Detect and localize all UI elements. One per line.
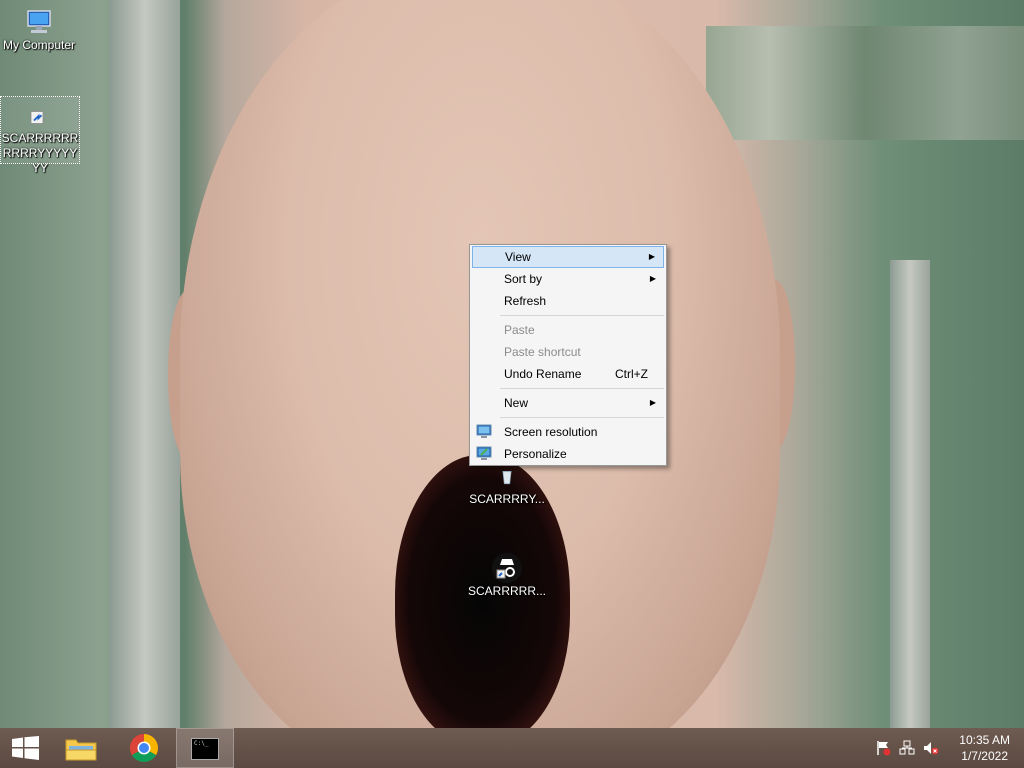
menu-item-undo-rename[interactable]: Undo Rename Ctrl+Z [472,363,664,385]
menu-item-label: Personalize [504,447,567,461]
desktop-icon-label: SCARRRRRRRRRRYYYYYYY [1,131,79,175]
menu-separator [500,315,664,316]
menu-separator [500,388,664,389]
menu-separator [500,417,664,418]
menu-item-label: View [505,250,531,264]
menu-item-refresh[interactable]: Refresh [472,290,664,312]
wallpaper-glitch [706,26,1024,140]
menu-item-view[interactable]: View ▶ [472,246,664,268]
taskbar-file-explorer[interactable] [54,728,110,768]
computer-icon [27,10,51,33]
wallpaper-tree-trunk [890,260,930,728]
submenu-arrow-icon: ▶ [649,274,656,283]
volume-muted-icon[interactable] [923,740,939,756]
cmd-icon: C:\_ [191,738,219,760]
menu-item-label: Refresh [504,294,547,308]
desktop-context-menu: View ▶ Sort by ▶ Refresh Paste Paste sho… [469,244,667,466]
menu-item-label: Sort by [504,272,543,286]
desktop-icon-label: SCARRRRY... [469,492,545,506]
menu-item-label: Undo Rename [504,367,582,381]
shortcut-icon [30,111,44,124]
menu-item-new[interactable]: New ▶ [472,392,664,414]
cmd-icon-glyph: C:\_ [194,740,209,747]
clock-time: 10:35 AM [959,733,1010,747]
menu-item-shortcut: Ctrl+Z [615,367,648,381]
desktop-icon-spy-shortcut[interactable]: SCARRRRR... [468,552,546,599]
menu-item-screen-resolution[interactable]: Screen resolution [472,421,664,443]
action-center-flag-icon[interactable] [875,740,891,756]
desktop-icon-scary-shortcut[interactable]: SCARRRRRRRRRRYYYYYYY [0,96,80,175]
network-icon[interactable] [899,740,915,756]
taskbar-command-prompt[interactable]: C:\_ [176,728,234,768]
windows-logo-icon [12,736,39,760]
menu-item-paste-shortcut[interactable]: Paste shortcut [472,341,664,363]
clock-date: 1/7/2022 [961,749,1008,763]
personalize-icon [476,446,492,460]
desktop-icon-label: SCARRRRR... [468,584,547,598]
menu-item-paste[interactable]: Paste [472,319,664,341]
menu-item-label: New [504,396,529,410]
menu-item-sort-by[interactable]: Sort by ▶ [472,268,664,290]
recycle-bin-icon [502,471,512,485]
submenu-arrow-icon: ▶ [648,252,655,261]
system-clock[interactable]: 10:35 AM 1/7/2022 [959,732,1010,764]
taskbar-chrome[interactable] [116,728,172,768]
desktop-icon-recycle-bin[interactable]: SCARRRRY... [468,470,546,507]
menu-item-personalize[interactable]: Personalize [472,443,664,465]
desktop-icon-label: My Computer [2,38,76,52]
monitor-icon [476,424,492,438]
submenu-arrow-icon: ▶ [649,398,656,407]
spy-shortcut-icon [492,553,522,583]
start-button[interactable] [0,728,56,768]
folder-icon [65,739,97,761]
desktop-icon-my-computer[interactable]: My Computer [0,6,78,53]
taskbar: C:\_ 10:35 AM 1/7/2022 [0,728,1024,768]
menu-item-label: Screen resolution [504,425,598,439]
menu-item-label: Paste shortcut [504,345,581,359]
chrome-icon [130,734,158,762]
menu-item-label: Paste [504,323,535,337]
